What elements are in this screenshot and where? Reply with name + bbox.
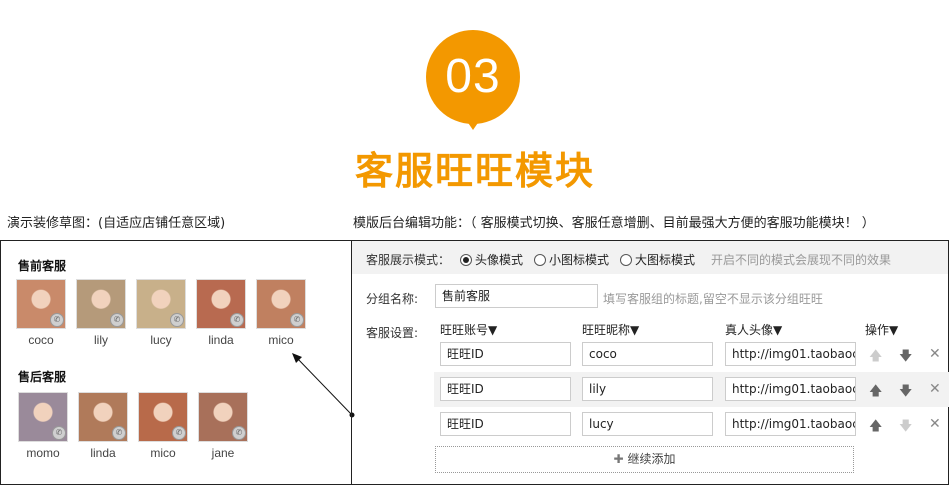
editor-panel: 客服展示模式： 头像模式 小图标模式 大图标模式 开启不同的模式会展现不同的效果… — [351, 240, 949, 485]
editor-caption: 模版后台编辑功能：（ 客服模式切换、客服任意增删、目前最强大方便的客服功能模块！… — [353, 216, 875, 231]
group-name-input[interactable]: 售前客服 — [435, 284, 598, 308]
wangwang-icon: ✆ — [232, 426, 246, 440]
avatar-url-input[interactable]: http://img01.taobaoc — [725, 377, 856, 401]
avatar-name: jane — [211, 446, 235, 460]
avatar-card[interactable]: ✆ mico — [256, 279, 308, 347]
avatar[interactable]: ✆ — [196, 279, 246, 329]
radio-large-icon-mode[interactable]: 大图标模式 — [620, 251, 695, 268]
avatar-name: lily — [94, 333, 108, 347]
avatar-name: momo — [26, 446, 60, 460]
nickname-input[interactable]: coco — [582, 342, 713, 366]
avatar[interactable]: ✆ — [256, 279, 306, 329]
avatar-name: coco — [28, 333, 54, 347]
column-header-nickname[interactable]: 旺旺昵称▼ — [582, 321, 639, 338]
group-title-aftersale: 售后客服 — [18, 370, 67, 384]
wangwang-icon: ✆ — [112, 426, 126, 440]
avatar-card[interactable]: ✆ linda — [78, 392, 130, 460]
move-up-icon[interactable]: 🡅 — [869, 417, 882, 439]
avatar-name: lucy — [150, 333, 172, 347]
radio-dot[interactable] — [460, 253, 472, 266]
add-more-button[interactable]: ✚ 继续添加 — [435, 446, 854, 473]
account-input[interactable]: 旺旺ID — [440, 412, 571, 436]
radio-label: 大图标模式 — [635, 253, 696, 267]
move-down-icon: 🡇 — [899, 419, 913, 434]
column-header-actions[interactable]: 操作▼ — [865, 321, 898, 338]
column-header-avatar[interactable]: 真人头像▼ — [725, 321, 782, 338]
mode-label: 客服展示模式： — [366, 253, 451, 267]
avatar-url-input[interactable]: http://img01.taobaoc — [725, 342, 856, 366]
avatar[interactable]: ✆ — [198, 392, 248, 442]
group-name-hint: 填写客服组的标题,留空不显示该分组旺旺 — [603, 292, 823, 306]
badge-number: 03 — [445, 50, 501, 103]
add-more-label: 继续添加 — [627, 452, 676, 466]
radio-label: 头像模式 — [475, 253, 524, 267]
avatar[interactable]: ✆ — [18, 392, 68, 442]
wangwang-icon: ✆ — [52, 426, 66, 440]
nickname-input[interactable]: lily — [582, 377, 713, 401]
demo-caption: 演示装修草图：(自适应店铺任意区域) — [7, 216, 226, 231]
section-badge: 03 — [426, 30, 520, 134]
page-title: 客服旺旺模块 — [354, 149, 595, 193]
avatar[interactable]: ✆ — [16, 279, 66, 329]
wangwang-icon: ✆ — [172, 426, 186, 440]
mode-hint: 开启不同的模式会展现不同的效果 — [711, 253, 892, 267]
account-input[interactable]: 旺旺ID — [440, 377, 571, 401]
group-title-presale: 售前客服 — [18, 259, 67, 273]
avatar[interactable]: ✆ — [78, 392, 128, 442]
avatar-name: linda — [208, 333, 234, 347]
table-row: 旺旺ID lucy http://img01.taobaoc 🡅 🡇 ✕ — [434, 407, 949, 442]
avatar-card[interactable]: ✆ coco — [16, 279, 68, 347]
avatar-card[interactable]: ✆ mico — [138, 392, 190, 460]
table-row: 旺旺ID coco http://img01.taobaoc 🡅 🡇 ✕ — [434, 337, 949, 372]
nickname-input[interactable]: lucy — [582, 412, 713, 436]
table-row: 旺旺ID lily http://img01.taobaoc 🡅 🡇 ✕ — [434, 372, 949, 407]
avatar-card[interactable]: ✆ lucy — [136, 279, 188, 347]
avatar-card[interactable]: ✆ jane — [198, 392, 250, 460]
wangwang-icon: ✆ — [50, 313, 64, 327]
avatar-card[interactable]: ✆ lily — [76, 279, 128, 347]
avatar-name: linda — [90, 446, 116, 460]
avatar-name: mico — [150, 446, 176, 460]
radio-dot[interactable] — [534, 253, 546, 266]
wangwang-icon: ✆ — [290, 313, 304, 327]
avatar-card[interactable]: ✆ linda — [196, 279, 248, 347]
wangwang-icon: ✆ — [110, 313, 124, 327]
group-name-label: 分组名称: — [366, 292, 419, 306]
avatar[interactable]: ✆ — [76, 279, 126, 329]
close-icon[interactable]: ✕ — [929, 416, 941, 432]
account-input[interactable]: 旺旺ID — [440, 342, 571, 366]
connector-arrow — [292, 353, 355, 418]
settings-label: 客服设置: — [366, 326, 419, 340]
move-down-icon[interactable]: 🡇 — [899, 347, 912, 369]
radio-avatar-mode[interactable]: 头像模式 — [460, 251, 523, 268]
wangwang-icon: ✆ — [230, 313, 244, 327]
avatar-card[interactable]: ✆ momo — [18, 392, 70, 460]
radio-label: 小图标模式 — [549, 253, 610, 267]
plus-icon: ✚ — [613, 452, 624, 466]
move-down-icon[interactable]: 🡇 — [899, 382, 912, 404]
wangwang-icon: ✆ — [170, 313, 184, 327]
move-up-icon[interactable]: 🡅 — [869, 382, 882, 404]
column-header-account[interactable]: 旺旺账号▼ — [440, 321, 497, 338]
close-icon[interactable]: ✕ — [929, 346, 941, 362]
radio-dot[interactable] — [620, 253, 632, 266]
avatar[interactable]: ✆ — [136, 279, 186, 329]
avatar-url-input[interactable]: http://img01.taobaoc — [725, 412, 856, 436]
avatar[interactable]: ✆ — [138, 392, 188, 442]
move-up-icon: 🡅 — [869, 349, 883, 364]
close-icon[interactable]: ✕ — [929, 381, 941, 397]
radio-small-icon-mode[interactable]: 小图标模式 — [534, 251, 609, 268]
